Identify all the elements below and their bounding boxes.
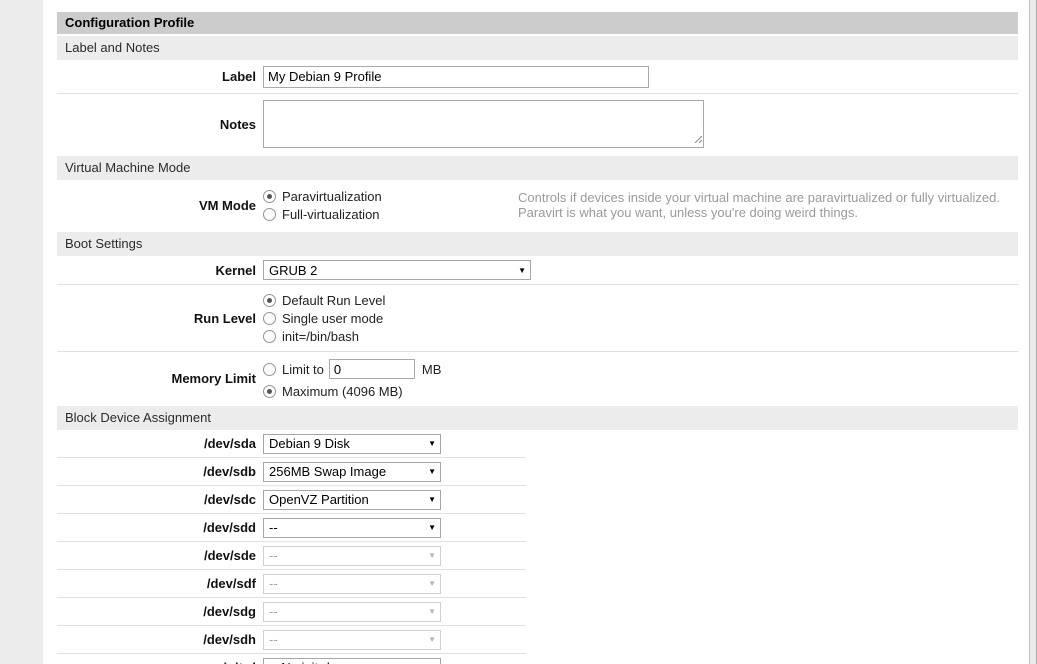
memory-limit-row: Memory Limit Limit to MB Maximum (4096 M… [57,352,1018,404]
device-row-sdh: /dev/sdh -- ▼ [57,626,526,654]
device-select-sdd[interactable]: -- ▼ [263,518,441,538]
notes-row: Notes [57,94,1018,154]
chevron-down-icon: ▼ [428,579,436,588]
memory-maximum-radio[interactable] [263,385,276,398]
vm-mode-option-paravirtualization[interactable]: Paravirtualization [263,187,518,205]
chevron-down-icon: ▼ [518,266,526,275]
section-header-boot-settings: Boot Settings [57,232,1018,256]
device-select-sdh: -- ▼ [263,630,441,650]
run-level-row: Run Level Default Run Level Single user … [57,285,1018,352]
device-select-value: -- [269,548,424,563]
kernel-label: Kernel [57,263,263,278]
device-row-sdf: /dev/sdf -- ▼ [57,570,526,598]
vm-mode-help-text: Controls if devices inside your virtual … [518,190,1018,220]
radio-option-label: init=/bin/bash [282,329,359,344]
device-row-sdg: /dev/sdg -- ▼ [57,598,526,626]
notes-field-label: Notes [57,117,263,132]
radio-icon[interactable] [263,190,276,203]
device-select-sdg: -- ▼ [263,602,441,622]
chevron-down-icon: ▼ [428,523,436,532]
section-header-virtual-machine-mode: Virtual Machine Mode [57,156,1018,180]
radio-icon[interactable] [263,208,276,221]
kernel-select[interactable]: GRUB 2 ▼ [263,260,531,280]
run-level-option-default[interactable]: Default Run Level [263,291,385,309]
device-select-sdf: -- ▼ [263,574,441,594]
radio-icon[interactable] [263,330,276,343]
device-select-initrd[interactable]: -- No initrd -- ▼ [263,658,441,664]
device-select-value: Debian 9 Disk [269,436,424,451]
memory-limit-to-radio[interactable] [263,363,276,376]
vm-mode-row: VM Mode Paravirtualization Full-virtuali… [57,180,1018,230]
device-select-sdc[interactable]: OpenVZ Partition ▼ [263,490,441,510]
section-header-block-device-assignment: Block Device Assignment [57,406,1018,430]
device-label: /dev/sda [57,436,263,451]
chevron-down-icon: ▼ [428,551,436,560]
device-select-value: -- No initrd -- [269,660,424,664]
page-title: Configuration Profile [57,12,1018,34]
notes-textarea[interactable] [263,100,704,148]
device-row-sde: /dev/sde -- ▼ [57,542,526,570]
radio-icon[interactable] [263,294,276,307]
device-label: initrd [57,660,263,664]
vertical-scrollbar[interactable] [1029,0,1037,664]
device-label: /dev/sdg [57,604,263,619]
section-header-label-and-notes: Label and Notes [57,36,1018,60]
device-label: /dev/sdd [57,520,263,535]
device-select-value: -- [269,604,424,619]
run-level-option-init-bin-bash[interactable]: init=/bin/bash [263,327,385,345]
device-label: /dev/sdc [57,492,263,507]
vm-mode-label: VM Mode [57,198,263,213]
help-line: Paravirt is what you want, unless you're… [518,205,1004,220]
chevron-down-icon: ▼ [428,607,436,616]
memory-limit-label: Memory Limit [57,371,263,386]
run-level-option-single-user[interactable]: Single user mode [263,309,385,327]
radio-icon[interactable] [263,312,276,325]
radio-option-label: Single user mode [282,311,383,326]
device-select-sdb[interactable]: 256MB Swap Image ▼ [263,462,441,482]
memory-limit-input[interactable] [329,359,415,379]
device-select-value: -- [269,576,424,591]
memory-limit-unit: MB [422,362,442,377]
device-label: /dev/sdb [57,464,263,479]
device-row-initrd: initrd -- No initrd -- ▼ [57,654,526,664]
chevron-down-icon: ▼ [428,439,436,448]
device-label: /dev/sde [57,548,263,563]
label-row: Label [57,60,1018,94]
memory-maximum-label: Maximum (4096 MB) [282,384,403,399]
chevron-down-icon: ▼ [428,467,436,476]
chevron-down-icon: ▼ [428,635,436,644]
radio-option-label: Full-virtualization [282,207,380,222]
vm-mode-option-full-virtualization[interactable]: Full-virtualization [263,205,518,223]
chevron-down-icon: ▼ [428,495,436,504]
run-level-label: Run Level [57,311,263,326]
left-gutter [0,0,43,664]
device-row-sdd: /dev/sdd -- ▼ [57,514,526,542]
kernel-row: Kernel GRUB 2 ▼ [57,256,1018,285]
device-label: /dev/sdh [57,632,263,647]
resize-handle-icon[interactable] [693,131,702,146]
device-row-sda: /dev/sda Debian 9 Disk ▼ [57,430,526,458]
block-device-rows: /dev/sda Debian 9 Disk ▼ /dev/sdb 256MB … [57,430,526,664]
device-row-sdb: /dev/sdb 256MB Swap Image ▼ [57,458,526,486]
device-select-value: OpenVZ Partition [269,492,424,507]
help-line: Controls if devices inside your virtual … [518,190,1004,205]
device-select-value: 256MB Swap Image [269,464,424,479]
device-row-sdc: /dev/sdc OpenVZ Partition ▼ [57,486,526,514]
memory-limit-to-label: Limit to [282,362,324,377]
kernel-select-value: GRUB 2 [269,263,514,278]
device-select-sda[interactable]: Debian 9 Disk ▼ [263,434,441,454]
radio-option-label: Default Run Level [282,293,385,308]
device-select-sde: -- ▼ [263,546,441,566]
radio-option-label: Paravirtualization [282,189,382,204]
device-label: /dev/sdf [57,576,263,591]
device-select-value: -- [269,520,424,535]
label-field-label: Label [57,69,263,84]
configuration-profile-form: Configuration Profile Label and Notes La… [57,12,1018,664]
label-input[interactable] [263,66,649,88]
device-select-value: -- [269,632,424,647]
